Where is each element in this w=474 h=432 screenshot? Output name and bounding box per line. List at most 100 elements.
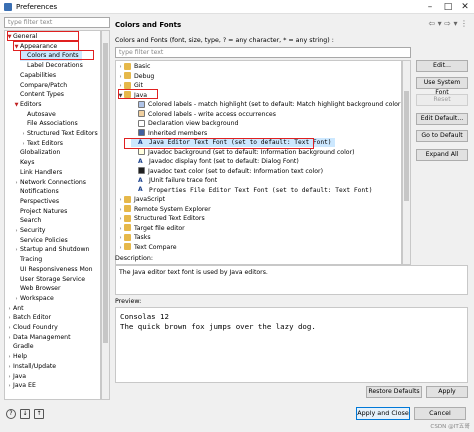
nav-tree-item[interactable]: Search <box>13 216 41 226</box>
colors-fonts-item[interactable]: › Tasks <box>117 233 151 242</box>
colors-fonts-label: JUnit failure trace font <box>149 177 218 184</box>
colors-fonts-item[interactable]: › Remote System Explorer <box>117 205 211 214</box>
nav-tree-label: Tracing <box>20 256 43 264</box>
nav-tree-item[interactable]: UI Responsiveness Mon <box>13 265 93 275</box>
nav-tree-item[interactable]: › Workspace <box>13 294 54 304</box>
colors-fonts-label: Java <box>134 91 148 99</box>
colors-fonts-item[interactable]: Javadoc background (set to default: Info… <box>131 148 355 157</box>
nav-tree-item[interactable]: Web Browser <box>13 284 61 294</box>
nav-tree-item[interactable]: Keys <box>13 158 34 168</box>
nav-tree-label: Compare/Patch <box>20 81 68 89</box>
nav-tree-item[interactable]: File Associations <box>20 119 78 129</box>
nav-tree-item[interactable]: Tracing <box>13 255 42 265</box>
nav-tree-item[interactable]: Label Decorations <box>20 61 83 71</box>
colors-fonts-item[interactable]: › JavaScript <box>117 195 165 204</box>
restore-defaults-button[interactable]: Restore Defaults <box>366 386 422 398</box>
colors-fonts-item[interactable]: Colored labels - match highlight (set to… <box>131 100 401 109</box>
page-description: Colors and Fonts (font, size, type, ? = … <box>115 37 334 44</box>
nav-tree-item[interactable]: Service Policies <box>13 236 68 246</box>
page-nav-icons[interactable]: ⇦ ▾ ⇨ ▾ ⋮ <box>428 19 468 28</box>
help-icon[interactable]: ? <box>6 409 16 419</box>
apply-and-close-button[interactable]: Apply and Close <box>356 407 410 420</box>
nav-tree-item[interactable]: Notifications <box>13 187 59 197</box>
collapse-arrow-icon[interactable]: ▼ <box>13 101 20 111</box>
expand-all-button[interactable]: Expand All <box>416 149 468 161</box>
colors-fonts-item[interactable]: › Git <box>117 81 143 90</box>
minimize-icon[interactable]: – <box>422 1 438 13</box>
nav-tree-item[interactable]: › Java EE <box>6 381 36 391</box>
maximize-icon[interactable]: □ <box>440 1 456 13</box>
cancel-button[interactable]: Cancel <box>414 407 466 420</box>
nav-tree-item[interactable]: › Network Connections <box>13 178 87 188</box>
nav-tree-item[interactable]: ▼ Appearance <box>13 42 58 53</box>
nav-tree-label: Autosave <box>27 110 56 118</box>
use-system-font-button[interactable]: Use System Font <box>416 77 468 96</box>
export-icon[interactable]: ↑ <box>34 409 44 419</box>
nav-tree-item[interactable]: Perspectives <box>13 197 59 207</box>
colors-fonts-item[interactable]: Colored labels - write access occurrence… <box>131 110 276 119</box>
colors-fonts-item[interactable]: Javadoc text color (set to default: Info… <box>131 167 323 176</box>
colors-fonts-item[interactable]: › Target file editor <box>117 224 185 233</box>
folder-icon <box>124 195 131 203</box>
colors-fonts-item[interactable]: › Basic <box>117 62 150 71</box>
colors-fonts-item[interactable]: A Java Editor Text Font (set to default: … <box>131 138 335 148</box>
fonts-filter-input[interactable]: type filter text <box>115 47 411 58</box>
colors-fonts-item[interactable]: A Javadoc display font (set to default: D… <box>131 157 299 166</box>
nav-tree-item[interactable]: › Security <box>13 226 46 236</box>
colors-fonts-item[interactable]: A Properties File Editor Text Font (set t… <box>131 186 373 195</box>
collapse-arrow-icon[interactable]: ▼ <box>13 43 20 53</box>
colors-fonts-item[interactable]: Declaration view background <box>131 119 238 128</box>
nav-tree-item[interactable]: › Install/Update <box>6 362 57 372</box>
nav-tree-item[interactable]: › Ant <box>6 304 24 314</box>
nav-tree-label: User Storage Service <box>20 275 86 283</box>
colors-fonts-label: Git <box>134 82 143 89</box>
nav-tree-item[interactable]: User Storage Service <box>13 275 85 285</box>
colors-fonts-item[interactable]: › Debug <box>117 72 154 81</box>
colors-fonts-item[interactable]: A JUnit failure trace font <box>131 176 217 185</box>
apply-button[interactable]: Apply <box>426 386 468 398</box>
font-icon: A <box>138 138 143 146</box>
nav-tree-item[interactable]: Project Natures <box>13 207 67 217</box>
fonts-scrollbar[interactable] <box>402 60 411 265</box>
edit-button[interactable]: Edit... <box>416 60 468 72</box>
nav-tree-item[interactable]: Link Handlers <box>13 168 62 178</box>
nav-scrollbar-thumb[interactable] <box>103 43 108 343</box>
nav-tree-item[interactable]: Capabilities <box>13 71 56 81</box>
go-to-default-button[interactable]: Go to Default <box>416 130 468 142</box>
nav-tree-item[interactable]: › Java <box>6 372 27 382</box>
page-title: Colors and Fonts <box>115 21 182 29</box>
nav-tree-item[interactable]: › Cloud Foundry <box>6 323 58 333</box>
nav-tree-item[interactable]: ▼ General <box>6 32 38 43</box>
colors-fonts-item[interactable]: Inherited members <box>131 129 207 138</box>
collapse-arrow-icon[interactable]: ▼ <box>117 92 124 101</box>
expand-arrow-icon[interactable]: › <box>6 382 13 392</box>
nav-tree-item[interactable]: › Text Editors <box>20 139 64 149</box>
collapse-arrow-icon[interactable]: ▼ <box>6 33 13 43</box>
colors-fonts-item[interactable]: ▼ Java <box>117 91 147 100</box>
nav-tree-item[interactable]: › Help <box>6 352 28 362</box>
nav-tree-item[interactable]: Compare/Patch <box>13 81 67 91</box>
nav-tree-item[interactable]: Autosave <box>20 110 56 120</box>
import-icon[interactable]: ↓ <box>20 409 30 419</box>
nav-tree-item[interactable]: Colors and Fonts <box>20 51 82 61</box>
close-icon[interactable]: ✕ <box>457 1 473 13</box>
nav-tree-item[interactable]: Content Types <box>13 90 64 100</box>
nav-tree-item[interactable]: Globalization <box>13 148 60 158</box>
nav-tree-label: Link Handlers <box>20 168 63 176</box>
nav-tree-item[interactable]: ▼ Editors <box>13 100 42 110</box>
colors-fonts-label: Javadoc text color (set to default: Info… <box>148 167 323 175</box>
colors-fonts-item[interactable]: › Text Compare <box>117 243 177 252</box>
expand-arrow-icon[interactable]: › <box>117 244 124 253</box>
colors-and-fonts-page: Colors and Fonts ⇦ ▾ ⇨ ▾ ⋮ Colors and Fo… <box>113 17 470 402</box>
nav-scrollbar[interactable] <box>101 30 110 400</box>
nav-tree-item[interactable]: › Structured Text Editors <box>20 129 98 139</box>
edit-default-button[interactable]: Edit Default... <box>416 113 468 125</box>
colors-fonts-item[interactable]: › Structured Text Editors <box>117 214 205 223</box>
nav-tree-item[interactable]: › Batch Editor <box>6 313 52 323</box>
nav-tree-item[interactable]: › Startup and Shutdown <box>13 245 90 255</box>
nav-tree-item[interactable]: Gradle <box>6 342 34 352</box>
nav-tree-item[interactable]: › Data Management <box>6 333 71 343</box>
nav-filter-input[interactable]: type filter text <box>4 17 110 28</box>
reset-button[interactable]: Reset <box>416 94 468 106</box>
fonts-scrollbar-thumb[interactable] <box>404 91 409 201</box>
